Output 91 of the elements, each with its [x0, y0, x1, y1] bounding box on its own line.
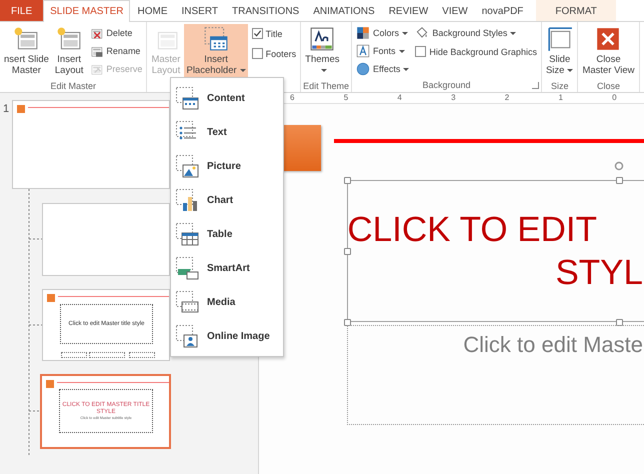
placeholder-icon — [203, 26, 230, 52]
ribbon-button[interactable]: Effects — [354, 60, 412, 77]
picture-placeholder-icon — [175, 154, 199, 178]
slide-thumbnail[interactable] — [12, 100, 170, 189]
slide-size-icon — [546, 26, 573, 52]
caret-icon — [567, 68, 574, 72]
group-label: Close — [596, 80, 620, 90]
ribbon-button[interactable]: Delete — [87, 24, 144, 41]
slide-thumbnail[interactable] — [42, 203, 170, 276]
ruler-number: 0 — [612, 93, 618, 103]
group-label: Edit Master — [50, 80, 96, 90]
ruler-number: 5 — [344, 93, 350, 103]
content-placeholder-icon — [175, 86, 199, 110]
menu-item[interactable]: Content — [171, 81, 283, 115]
footer-placeholder — [129, 352, 155, 358]
close-icon — [595, 26, 622, 52]
ribbon-tab[interactable]: FILE — [0, 0, 44, 21]
caret-icon — [510, 32, 516, 35]
caret-icon — [398, 50, 405, 53]
group-label: Edit Theme — [303, 80, 350, 90]
checkbox-option[interactable]: Footers — [250, 44, 298, 63]
menu-item[interactable]: Picture — [171, 149, 283, 183]
menu-item[interactable]: Chart — [171, 183, 283, 217]
resize-handle[interactable] — [616, 177, 623, 184]
ribbon-button[interactable]: Colors — [354, 24, 412, 41]
slide-title: STYL — [555, 252, 643, 294]
resize-handle[interactable] — [344, 177, 351, 184]
ruler-number: 2 — [504, 93, 510, 103]
accent-square — [46, 380, 54, 388]
ribbon-tab[interactable]: VIEW — [435, 0, 475, 21]
themes-icon — [309, 26, 336, 52]
ribbon-button[interactable]: Rename — [87, 42, 144, 59]
ribbon-button[interactable]: Insert Placeholder — [184, 24, 248, 79]
slide-master-icon — [13, 26, 40, 52]
ribbon-button[interactable]: Insert Layout — [52, 24, 86, 79]
caret-icon — [320, 68, 327, 72]
caret-icon — [403, 68, 410, 71]
checkbox[interactable] — [252, 28, 263, 39]
ribbon-button[interactable]: nsert Slide Master — [2, 24, 51, 79]
menu-item[interactable]: Table — [171, 217, 283, 251]
caret-icon — [240, 68, 246, 72]
menu-item[interactable]: Text — [171, 115, 283, 149]
menu-item[interactable]: SmartArt — [171, 251, 283, 285]
ribbon-tab[interactable]: SLIDE MASTER — [43, 0, 130, 22]
ribbon-button[interactable]: Background Styles — [413, 24, 539, 41]
resize-handle[interactable] — [344, 319, 351, 326]
color-swatch-icon — [356, 26, 370, 40]
circle-icon — [356, 62, 370, 76]
checkbox-option[interactable]: Hide Background Graphics — [413, 42, 539, 61]
online-image-placeholder-icon — [175, 324, 199, 348]
slide-title: CLICK TO EDIT — [347, 209, 597, 251]
resize-handle[interactable] — [616, 319, 623, 326]
ruler-number: 4 — [397, 93, 403, 103]
rotate-handle-icon[interactable] — [614, 161, 624, 171]
media-placeholder-icon — [175, 290, 199, 314]
chart-placeholder-icon — [175, 188, 199, 212]
ribbon-tab[interactable]: TRANSITIONS — [224, 0, 306, 21]
footer-placeholder — [61, 352, 87, 358]
resize-handle[interactable] — [344, 248, 351, 255]
paint-bucket-icon — [415, 26, 430, 40]
caret-icon — [402, 32, 408, 35]
ribbon-tab[interactable]: HOME — [130, 0, 174, 21]
ribbon-button[interactable]: Themes — [303, 24, 342, 79]
footer-placeholder — [89, 352, 125, 358]
smartart-placeholder-icon — [175, 256, 199, 280]
table-placeholder-icon — [175, 222, 199, 246]
ribbon-button[interactable]: Fonts — [354, 42, 412, 59]
slide-number: 1 — [3, 103, 10, 115]
ribbon-button[interactable]: Slide Size — [544, 24, 576, 79]
ribbon-tab[interactable]: INSERT — [174, 0, 225, 21]
group-label: Size — [550, 80, 568, 90]
ribbon-tab[interactable]: novaPDF — [474, 0, 530, 21]
ribbon-tab[interactable]: REVIEW — [382, 0, 436, 21]
ribbon-tab[interactable]: ANIMATIONS — [306, 0, 382, 21]
group-label: Background — [422, 80, 471, 90]
font-icon — [356, 44, 370, 58]
checkbox[interactable] — [415, 46, 426, 57]
accent-square — [17, 105, 25, 113]
checkbox-option[interactable]: Title — [250, 24, 298, 43]
checkbox[interactable] — [252, 48, 263, 59]
dialog-launcher-icon[interactable] — [532, 82, 539, 89]
slide-subtitle: Click to edit Maste — [463, 332, 643, 359]
menu-item[interactable]: Media — [171, 285, 283, 319]
ribbon-tab[interactable]: FORMAT — [536, 0, 616, 21]
accent-square — [47, 294, 55, 302]
ruler-number: 3 — [451, 93, 457, 103]
menu-item[interactable]: Online Image — [171, 319, 283, 353]
layout-icon — [56, 26, 82, 52]
ribbon-button[interactable]: Close Master View — [580, 24, 637, 79]
ruler-number: 1 — [558, 93, 564, 103]
ruler-number: 6 — [290, 93, 296, 103]
